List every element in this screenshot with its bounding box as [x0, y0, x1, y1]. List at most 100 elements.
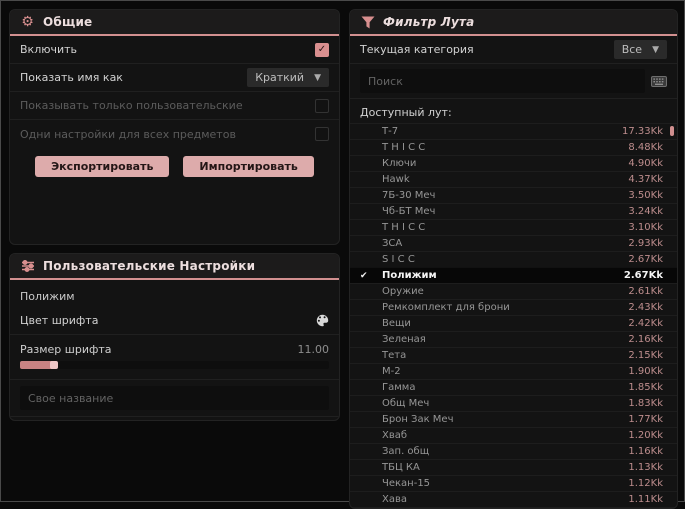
selected-item-name: Полижим: [20, 290, 75, 303]
loot-filter-title: Фильтр Лута: [383, 15, 475, 29]
font-size-label: Размер шрифта: [20, 342, 112, 356]
available-loot-label: Доступный лут:: [360, 106, 452, 119]
loot-list-item[interactable]: ✔ Гамма 1.85Kk: [350, 379, 677, 395]
loot-item-name: Ремкомплект для брони: [382, 302, 510, 313]
export-button[interactable]: Экспортировать: [35, 156, 170, 177]
category-row: Текущая категория Все ▼: [350, 36, 677, 64]
show-name-dropdown[interactable]: Краткий ▼: [247, 68, 329, 87]
loot-list-item[interactable]: ✔ T H I C C 3.10Kk: [350, 219, 677, 235]
loot-item-value: 1.11Kk: [628, 494, 663, 505]
font-size-row: Размер шрифта 11.00: [10, 335, 339, 380]
loot-item-name: Хава: [382, 494, 407, 505]
font-size-slider-fill: [20, 361, 54, 369]
loot-list-item[interactable]: ✔ Хваб 1.20Kk: [350, 427, 677, 443]
loot-list-item[interactable]: ✔ S I C C 2.67Kk: [350, 251, 677, 267]
loot-list-item[interactable]: ✔ Полижим 2.67Kk: [350, 267, 677, 283]
palette-icon[interactable]: [316, 314, 329, 327]
loot-item-name: Ключи: [382, 158, 417, 169]
loot-item-name: Оружие: [382, 286, 424, 297]
loot-item-name: Чб-БТ Меч: [382, 206, 436, 217]
general-panel-header: ⚙ Общие: [10, 10, 339, 36]
scrollbar-thumb[interactable]: [670, 126, 674, 136]
loot-list: ✔ Т-7 17.33Kk ✔ T H I C C 8.48Kk ✔ Ключи…: [350, 123, 677, 508]
enable-checkbox[interactable]: ✓: [315, 42, 329, 57]
keyboard-icon[interactable]: [651, 75, 667, 87]
gear-icon: ⚙: [21, 14, 34, 30]
enable-row: Включить ✓: [10, 36, 339, 64]
category-label: Текущая категория: [360, 43, 474, 56]
only-custom-checkbox[interactable]: ✓: [315, 98, 329, 113]
loot-list-item[interactable]: ✔ Чекан-15 1.12Kk: [350, 475, 677, 491]
loot-item-value: 1.13Kk: [628, 462, 663, 473]
font-size-value: 11.00: [297, 342, 330, 356]
loot-item-value: 1.12Kk: [628, 478, 663, 489]
loot-list-item[interactable]: ✔ Hawk 4.37Kk: [350, 171, 677, 187]
loot-list-item[interactable]: ✔ Общ Меч 1.83Kk: [350, 395, 677, 411]
show-name-row: Показать имя как Краткий ▼: [10, 64, 339, 92]
loot-item-name: Тета: [382, 350, 407, 361]
import-button[interactable]: Импортировать: [183, 156, 314, 177]
loot-item-value: 1.20Kk: [628, 430, 663, 441]
loot-item-value: 2.16Kk: [628, 334, 663, 345]
loot-item-name: Т-7: [382, 126, 399, 137]
loot-item-name: Гамма: [382, 382, 416, 393]
category-dropdown[interactable]: Все ▼: [613, 40, 667, 59]
font-color-row: Цвет шрифта: [10, 307, 339, 335]
checkmark-icon: ✔: [360, 270, 368, 281]
search-input[interactable]: [360, 69, 645, 93]
loot-list-item[interactable]: ✔ Т-7 17.33Kk: [350, 123, 677, 139]
font-size-slider-handle[interactable]: [50, 361, 58, 369]
show-name-dropdown-value: Краткий: [255, 71, 305, 84]
loot-item-name: S I C C: [382, 254, 415, 265]
loot-item-name: Hawk: [382, 174, 410, 185]
show-name-label: Показать имя как: [20, 71, 123, 84]
loot-item-value: 2.43Kk: [628, 302, 663, 313]
loot-list-item[interactable]: ✔ Чб-БТ Меч 3.24Kk: [350, 203, 677, 219]
loot-list-item[interactable]: ✔ ЗСА 2.93Kk: [350, 235, 677, 251]
only-custom-row: Показывать только пользовательские ✓: [10, 92, 339, 120]
loot-list-item[interactable]: ✔ Вещи 2.42Kk: [350, 315, 677, 331]
loot-list-item[interactable]: ✔ Тета 2.15Kk: [350, 347, 677, 363]
loot-item-value: 17.33Kk: [622, 126, 663, 137]
export-import-row: Экспортировать Импортировать: [10, 148, 339, 185]
custom-name-input[interactable]: [20, 386, 329, 410]
loot-item-name: Зап. общ: [382, 446, 430, 457]
loot-list-item[interactable]: ✔ Зеленая 2.16Kk: [350, 331, 677, 347]
loot-item-value: 3.50Kk: [628, 190, 663, 201]
loot-item-value: 2.61Kk: [628, 286, 663, 297]
loot-item-name: Вещи: [382, 318, 411, 329]
font-color-label: Цвет шрифта: [20, 314, 99, 327]
chevron-down-icon: ▼: [652, 44, 659, 55]
loot-item-value: 2.42Kk: [628, 318, 663, 329]
custom-settings-panel: Пользовательские Настройки Полижим Цвет …: [9, 253, 340, 421]
loot-item-name: ТБЦ КА: [382, 462, 420, 473]
loot-item-value: 1.90Kk: [628, 366, 663, 377]
same-settings-checkbox[interactable]: ✓: [315, 127, 329, 141]
font-size-slider[interactable]: [20, 361, 329, 369]
delete-row: Удалить: [10, 417, 339, 420]
loot-list-item[interactable]: ✔ 7Б-30 Меч 3.50Kk: [350, 187, 677, 203]
loot-item-name: Брон Зак Меч: [382, 414, 454, 425]
loot-list-item[interactable]: ✔ Ключи 4.90Kk: [350, 155, 677, 171]
loot-list-item[interactable]: ✔ Ремкомплект для брони 2.43Kk: [350, 299, 677, 315]
loot-list-item[interactable]: ✔ Брон Зак Меч 1.77Kk: [350, 411, 677, 427]
category-dropdown-value: Все: [621, 43, 643, 56]
loot-item-value: 3.24Kk: [628, 206, 663, 217]
custom-name-row: [10, 380, 339, 417]
loot-item-value: 4.90Kk: [628, 158, 663, 169]
loot-list-item[interactable]: ✔ Хава 1.11Kk: [350, 491, 677, 507]
loot-item-name: Зеленая: [382, 334, 426, 345]
loot-item-name: Чекан-15: [382, 478, 431, 489]
loot-item-value: 4.37Kk: [628, 174, 663, 185]
loot-item-value: 2.15Kk: [628, 350, 663, 361]
same-settings-row: Одни настройки для всех предметов ✓: [10, 120, 339, 148]
loot-list-item[interactable]: ✔ ТБЦ КА 1.13Kk: [350, 459, 677, 475]
general-panel-title: Общие: [43, 15, 93, 29]
loot-item-name: Хваб: [382, 430, 408, 441]
loot-item-name: T H I C C: [382, 142, 426, 153]
loot-list-item[interactable]: ✔ Зап. общ 1.16Kk: [350, 443, 677, 459]
loot-list-item[interactable]: ✔ М-2 1.90Kk: [350, 363, 677, 379]
loot-list-item[interactable]: ✔ Оружие 2.61Kk: [350, 283, 677, 299]
loot-list-item[interactable]: ✔ T H I C C 8.48Kk: [350, 139, 677, 155]
loot-item-name: ЗСА: [382, 238, 403, 249]
